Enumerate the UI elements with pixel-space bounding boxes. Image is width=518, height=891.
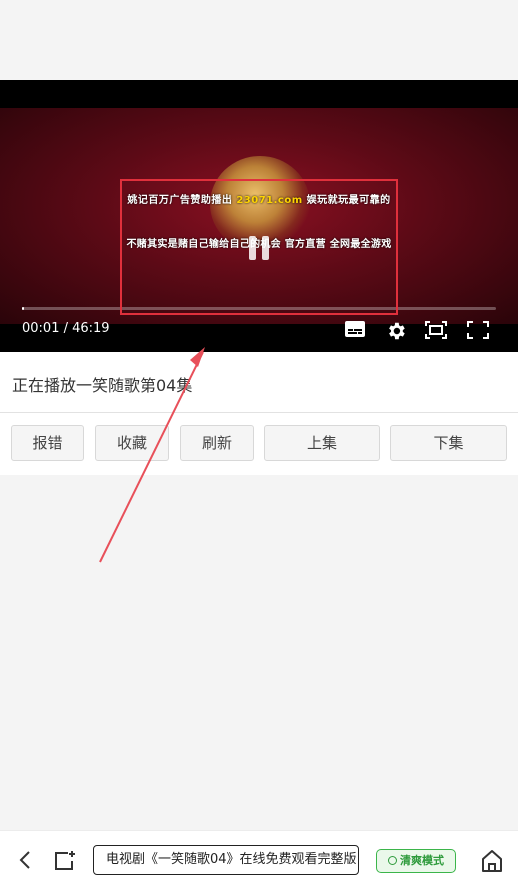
refresh-button[interactable]: 刷新 (180, 425, 254, 461)
clean-mode-toggle[interactable]: 清爽模式 (376, 849, 456, 873)
home-icon[interactable] (480, 848, 504, 874)
tab-icon[interactable] (52, 849, 78, 873)
now-playing-row: 正在播放一笑随歌第04集 (0, 352, 518, 412)
subtitles-icon[interactable] (343, 320, 367, 342)
clean-mode-label: 清爽模式 (400, 854, 444, 867)
now-playing-title: 正在播放一笑随歌第04集 (12, 376, 193, 395)
ad-url: 23071.com (236, 195, 303, 206)
next-episode-button[interactable]: 下集 (390, 425, 507, 461)
time-display: 00:01 / 46:19 (22, 321, 110, 336)
address-bar[interactable]: 电视剧《一笑随歌04》在线免费观看完整版 (93, 845, 359, 875)
picture-in-picture-icon[interactable] (424, 320, 448, 342)
video-frame[interactable]: 姚记百万广告赞助播出 23071.com 娱玩就玩最可靠的 不赌其实是赌自己输给… (0, 108, 518, 324)
report-error-button[interactable]: 报错 (11, 425, 84, 461)
action-button-row: 报错 收藏 刷新 上集 下集 (0, 413, 518, 475)
pause-icon[interactable] (244, 233, 274, 263)
progress-bar[interactable] (22, 307, 496, 310)
circle-icon (388, 856, 397, 865)
top-blank-area (0, 0, 518, 80)
progress-fill (22, 307, 24, 310)
previous-episode-button[interactable]: 上集 (264, 425, 380, 461)
gear-icon[interactable] (384, 320, 408, 342)
ad-banner-line-1: 姚记百万广告赞助播出 23071.com 娱玩就玩最可靠的 (0, 191, 518, 206)
favorite-button[interactable]: 收藏 (95, 425, 169, 461)
fullscreen-icon[interactable] (466, 320, 490, 342)
back-icon[interactable] (14, 848, 38, 872)
browser-bottom-bar: 电视剧《一笑随歌04》在线免费观看完整版 清爽模式 (0, 830, 518, 891)
ad-suffix: 娱玩就玩最可靠的 (306, 195, 391, 206)
video-player[interactable]: 姚记百万广告赞助播出 23071.com 娱玩就玩最可靠的 不赌其实是赌自己输给… (0, 80, 518, 352)
ad-prefix: 姚记百万广告赞助播出 (127, 195, 233, 206)
